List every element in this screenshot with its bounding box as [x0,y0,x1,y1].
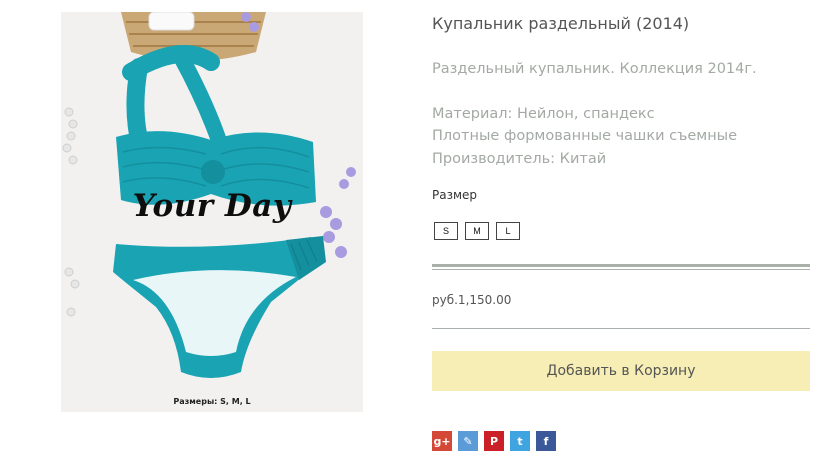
description-line: Материал: Нейлон, спандекс [432,105,655,122]
twitter-icon[interactable]: t [510,431,530,451]
facebook-icon[interactable]: f [536,431,556,451]
product-image[interactable]: Your Day Размеры: S, M, L [61,12,363,412]
image-size-caption: Размеры: S, M, L [173,397,251,406]
brand-watermark: Your Day [132,188,292,224]
double-divider [432,264,810,270]
description-line: Раздельный купальник. Коллекция 2014г. [432,61,757,77]
livejournal-icon[interactable]: ✎ [458,431,478,451]
pinterest-icon[interactable]: P [484,431,504,451]
add-to-cart-button[interactable]: Добавить в Корзину [432,351,810,391]
size-label: Размер [432,188,478,202]
product-title: Купальник раздельный (2014) [432,14,690,33]
product-price: руб.1,150.00 [432,293,512,307]
description-line: Плотные формованные чашки съемные [432,128,738,144]
size-option-l[interactable]: L [496,222,520,240]
size-selector: S M L [434,222,520,240]
product-description: Раздельный купальник. Коллекция 2014г. М… [432,58,757,170]
divider [432,328,810,329]
size-option-m[interactable]: M [465,222,489,240]
google-plus-icon[interactable]: g+ [432,431,452,451]
description-line: Производитель: Китай [432,150,607,167]
social-share-bar: g+ ✎ P t f [432,431,556,451]
size-option-s[interactable]: S [434,222,458,240]
